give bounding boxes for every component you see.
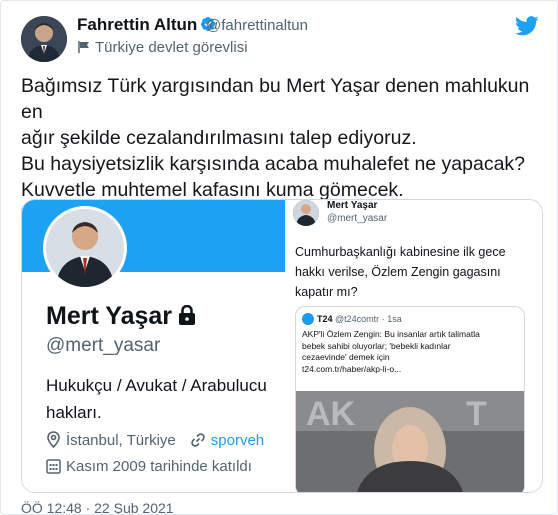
profile-website: sporveh	[190, 432, 264, 449]
profile-website-text: sporveh	[210, 432, 265, 449]
screenshot-author-handle: @mert_yasar	[327, 213, 388, 224]
t24-logo-icon	[302, 313, 314, 325]
quoted-tweet-text: AKP'li Özlem Zengin: Bu insanlar artık t…	[302, 329, 480, 374]
quoted-tweet-image: AK T	[296, 391, 524, 492]
calendar-icon	[46, 459, 61, 474]
government-label: Türkiye devlet görevlisi	[77, 39, 248, 56]
profile-joined-row: Kasım 2009 tarihinde katıldı	[46, 458, 252, 475]
government-label-text: Türkiye devlet görevlisi	[95, 39, 248, 56]
quoted-tweet-header: T24 @t24comtr · 1sa	[302, 313, 402, 325]
author-name-text: Fahrettin Altun	[77, 15, 198, 34]
link-icon	[191, 433, 205, 447]
author-handle[interactable]: @fahrettinaltun	[206, 17, 308, 34]
profile-avatar	[43, 206, 127, 290]
tweet-screenshot: Mert Yaşar @mert_yasar Cumhurbaşkanlığı …	[287, 200, 542, 492]
profile-name-text: Mert Yaşar	[46, 302, 173, 330]
svg-text:AK: AK	[306, 395, 356, 433]
profile-location-row: İstanbul, Türkiye sporveh	[46, 431, 264, 449]
screenshot-author-name: Mert Yaşar	[327, 200, 378, 211]
quoted-time: · 1sa	[381, 314, 402, 324]
twitter-bird-icon[interactable]	[515, 15, 539, 37]
quoted-source: T24	[317, 314, 333, 324]
flag-icon	[78, 41, 89, 53]
quoted-tweet: T24 @t24comtr · 1sa AKP'li Özlem Zengin:…	[295, 306, 525, 492]
profile-name: Mert Yaşar	[46, 302, 196, 331]
author-avatar[interactable]	[21, 16, 67, 62]
tweet-media[interactable]: Mert Yaşar @mert_yasar Hukukçu / Avukat …	[21, 199, 543, 493]
author-name[interactable]: Fahrettin Altun	[77, 15, 216, 35]
screenshot-tweet-text: Cumhurbaşkanlığı kabinesine ilk gece hak…	[295, 245, 506, 299]
profile-screenshot: Mert Yaşar @mert_yasar Hukukçu / Avukat …	[22, 200, 287, 492]
profile-location: İstanbul, Türkiye	[66, 432, 176, 449]
tweet-timestamp[interactable]: ÖÖ 12:48 · 22 Şub 2021	[21, 500, 174, 514]
profile-bio: Hukukçu / Avukat / Arabulucu hakları.	[46, 376, 267, 422]
profile-joined: Kasım 2009 tarihinde katıldı	[66, 458, 252, 475]
screenshot-avatar	[293, 200, 319, 226]
lock-icon	[179, 305, 196, 325]
svg-text:T: T	[466, 395, 487, 433]
location-icon	[47, 431, 60, 449]
profile-handle: @mert_yasar	[46, 335, 161, 356]
tweet-card: Fahrettin Altun @fahrettinaltun Türkiye …	[0, 0, 558, 515]
quoted-handle: @t24comtr	[335, 314, 380, 324]
